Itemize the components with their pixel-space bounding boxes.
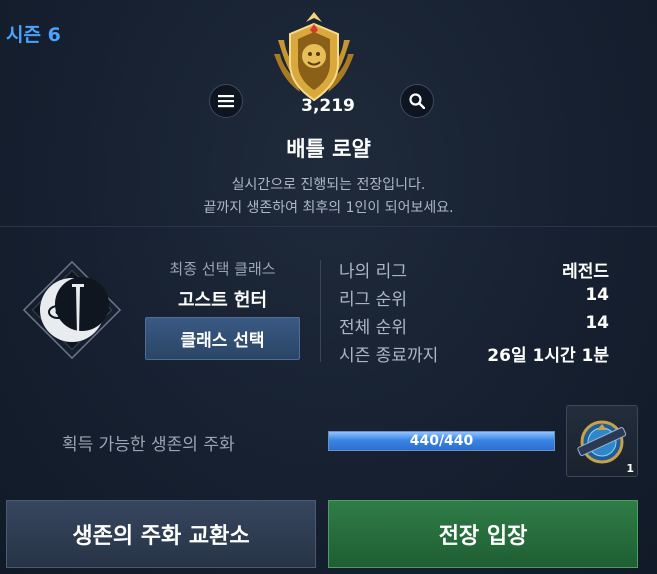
ghost-hunter-class-icon (22, 260, 122, 360)
rating-score: 3,219 (301, 96, 355, 116)
mode-description-line2: 끝까지 생존하여 최후의 1인이 되어보세요. (203, 200, 454, 216)
enter-battlefield-button[interactable]: 전장 입장 (328, 500, 638, 568)
coin-item-slot[interactable]: 1 (566, 405, 638, 477)
stat-value-season-end: 26일 1시간 1분 (487, 346, 609, 366)
season-label: 시즌 6 (6, 24, 61, 46)
stat-value-league-rank: 14 (585, 285, 609, 305)
coin-item-count: 1 (626, 462, 634, 475)
mode-title: 배틀 로얄 (286, 137, 371, 161)
stat-label-league: 나의 리그 (339, 262, 407, 282)
stat-label-season-end: 시즌 종료까지 (339, 346, 439, 366)
mode-description-line1: 실시간으로 진행되는 전장입니다. (231, 177, 426, 193)
search-icon (409, 93, 425, 109)
class-name: 고스트 헌터 (177, 290, 268, 311)
class-caption: 최종 선택 클래스 (169, 260, 276, 278)
class-select-button[interactable]: 클래스 선택 (145, 317, 300, 360)
stat-label-overall-rank: 전체 순위 (339, 318, 407, 338)
stat-value-league: 레전드 (562, 262, 609, 282)
stats-divider (320, 260, 321, 362)
search-button[interactable] (400, 84, 434, 118)
stat-value-overall-rank: 14 (585, 313, 609, 333)
rank-emblem-icon (274, 12, 354, 102)
coin-progress-text: 440/440 (409, 433, 474, 449)
divider (0, 226, 657, 227)
stat-label-league-rank: 리그 순위 (339, 290, 407, 310)
menu-icon (218, 95, 234, 108)
coin-label: 획득 가능한 생존의 주화 (62, 435, 235, 455)
coin-progress-bar: 440/440 (328, 431, 555, 451)
coin-exchange-button[interactable]: 생존의 주화 교환소 (6, 500, 316, 568)
menu-button[interactable] (209, 84, 243, 118)
